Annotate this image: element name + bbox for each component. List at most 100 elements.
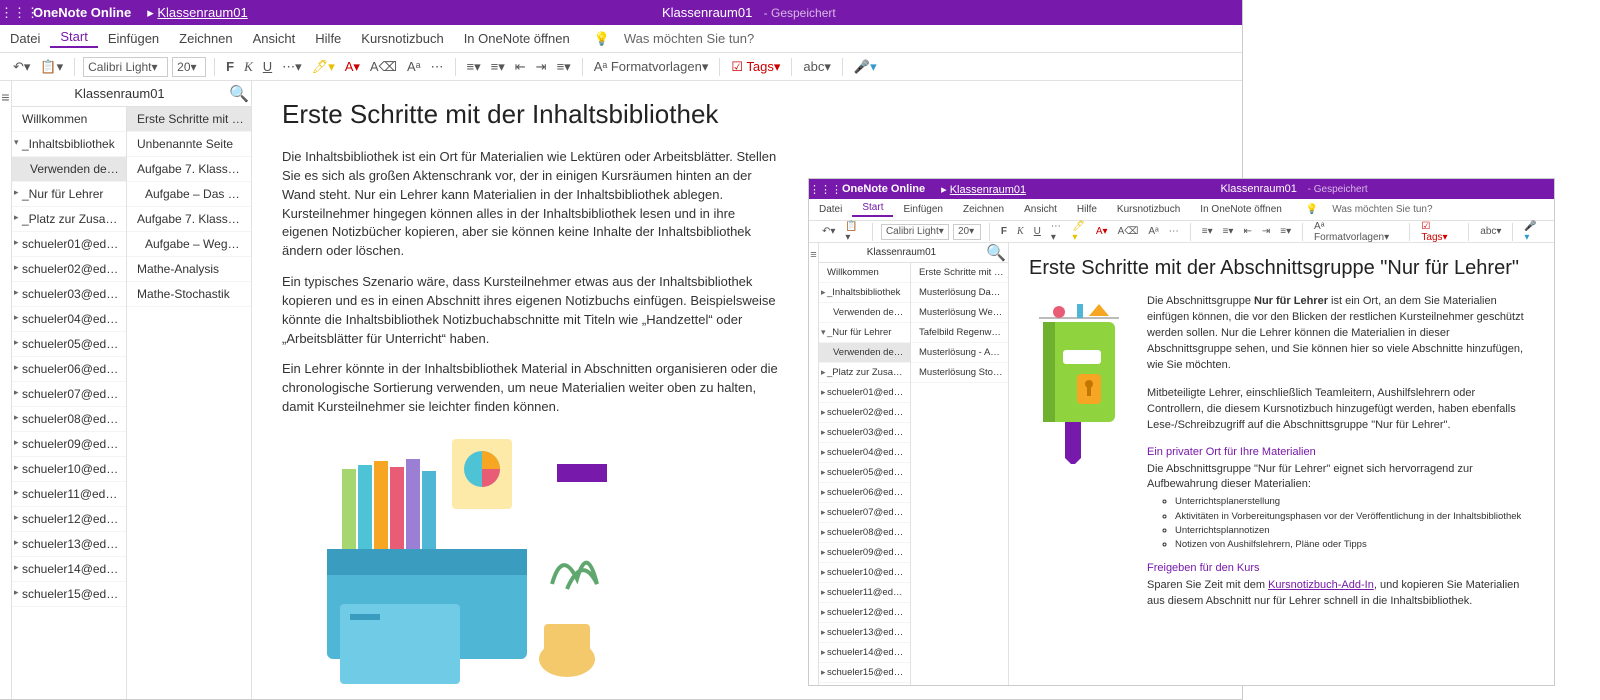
section-item[interactable]: ▸schueler02@edu.surfa… bbox=[12, 257, 126, 282]
page-item[interactable]: Musterlösung Wegbeschrei… bbox=[911, 303, 1008, 323]
undo-button[interactable]: ↶▾ bbox=[10, 59, 33, 75]
font-family-select[interactable]: Calibri Light ▾ bbox=[83, 57, 168, 77]
indent-button[interactable]: ⇥ bbox=[533, 59, 550, 75]
nav-toggle[interactable]: ≡ bbox=[809, 243, 819, 685]
menu-kursnotizbuch[interactable]: Kursnotizbuch bbox=[1107, 204, 1190, 215]
spellcheck-button[interactable]: abc▾ bbox=[800, 59, 834, 75]
page-item[interactable]: Tafelbild Regenwald bbox=[911, 323, 1008, 343]
menu-zeichnen[interactable]: Zeichnen bbox=[169, 31, 242, 46]
format-painter-button[interactable]: Aᵃ bbox=[404, 59, 424, 74]
clipboard-button[interactable]: 📋▾ bbox=[842, 221, 864, 243]
section-item[interactable]: ▸schueler02@edu.surfa… bbox=[819, 403, 910, 423]
section-item[interactable]: ▸schueler12@edu.surfa… bbox=[12, 507, 126, 532]
section-item[interactable]: ▸schueler06@edu.surfa… bbox=[12, 357, 126, 382]
tellme-icon[interactable]: 💡 bbox=[1306, 204, 1318, 215]
highlight-button[interactable]: 🖊▾ bbox=[309, 59, 338, 75]
bullets-button[interactable]: ≡▾ bbox=[464, 59, 484, 75]
more-button[interactable]: ⋯ bbox=[1166, 226, 1182, 237]
spellcheck-button[interactable]: abc▾ bbox=[1477, 226, 1504, 237]
search-icon[interactable]: 🔍 bbox=[227, 84, 251, 104]
menu-hilfe[interactable]: Hilfe bbox=[305, 31, 351, 46]
section-item[interactable]: ▸_Platz zur Zusammena… bbox=[819, 363, 910, 383]
section-item[interactable]: ▸schueler09@edu.surfa… bbox=[819, 543, 910, 563]
page-item[interactable]: Erste Schritte mit der Inhal… bbox=[127, 107, 251, 132]
section-item[interactable]: ▸schueler11@edu.surfa… bbox=[12, 482, 126, 507]
page-item[interactable]: Musterlösung - Analysis bbox=[911, 343, 1008, 363]
page-content[interactable]: Erste Schritte mit der Abschnittsgruppe … bbox=[1009, 243, 1554, 685]
highlight-button[interactable]: 🖊▾ bbox=[1069, 221, 1089, 243]
tellme-input[interactable]: Was möchten Sie tun? bbox=[624, 31, 754, 46]
breadcrumb[interactable]: ▸ Klassenraum01 bbox=[933, 183, 1034, 196]
align-button[interactable]: ≡▾ bbox=[554, 59, 574, 75]
notebook-title[interactable]: Klassenraum01 bbox=[12, 86, 227, 101]
underline-button[interactable]: U bbox=[260, 59, 275, 74]
underline-button[interactable]: U bbox=[1031, 226, 1044, 237]
page-item[interactable]: Aufgabe – Wegbeschrei… bbox=[127, 232, 251, 257]
nav-toggle[interactable]: ≡ bbox=[0, 81, 12, 699]
section-item[interactable]: ▾_Nur für Lehrer bbox=[819, 323, 910, 343]
section-item[interactable]: ▸schueler14@edu.surfa… bbox=[819, 643, 910, 663]
section-item[interactable]: ▸_Nur für Lehrer bbox=[12, 182, 126, 207]
section-item[interactable]: ▸schueler01@edu.surfa… bbox=[819, 383, 910, 403]
section-item[interactable]: Willkommen bbox=[819, 263, 910, 283]
font-size-select[interactable]: 20 ▾ bbox=[172, 57, 206, 77]
page-item[interactable]: Musterlösung Das Konserv… bbox=[911, 283, 1008, 303]
menu-zeichnen[interactable]: Zeichnen bbox=[953, 204, 1014, 215]
page-item[interactable]: Musterlösung Stochastik bbox=[911, 363, 1008, 383]
section-item[interactable]: ▸schueler15@edu.surfa… bbox=[12, 582, 126, 607]
menu-start[interactable]: Start bbox=[852, 202, 893, 217]
styles-button[interactable]: Aᵃ Formatvorlagen▾ bbox=[1311, 221, 1401, 243]
clear-format-button[interactable]: A⌫ bbox=[1115, 226, 1142, 237]
menu-datei[interactable]: Datei bbox=[809, 204, 852, 215]
section-item[interactable]: ▸schueler12@edu.surfa… bbox=[819, 603, 910, 623]
page-item[interactable]: Aufgabe 7. Klasse Geograp… bbox=[127, 207, 251, 232]
page-item[interactable]: Aufgabe – Das Konserva… bbox=[127, 182, 251, 207]
clipboard-button[interactable]: 📋▾ bbox=[37, 59, 66, 75]
section-item[interactable]: ▸schueler10@edu.surfa… bbox=[819, 563, 910, 583]
page-item[interactable]: Mathe-Analysis bbox=[127, 257, 251, 282]
section-item[interactable]: ▸schueler07@edu.surfa… bbox=[819, 503, 910, 523]
menu-in-onenote-öffnen[interactable]: In OneNote öffnen bbox=[1190, 204, 1292, 215]
menu-datei[interactable]: Datei bbox=[0, 31, 50, 46]
page-item[interactable]: Mathe-Stochastik bbox=[127, 282, 251, 307]
bullets-button[interactable]: ≡▾ bbox=[1199, 226, 1216, 237]
font-color-button[interactable]: A▾ bbox=[342, 59, 363, 75]
section-item[interactable]: ▾_Inhaltsbibliothek bbox=[12, 132, 126, 157]
section-item[interactable]: ▸_Inhaltsbibliothek bbox=[819, 283, 910, 303]
section-item[interactable]: ▸schueler07@edu.surfa… bbox=[12, 382, 126, 407]
outdent-button[interactable]: ⇤ bbox=[1240, 226, 1254, 237]
align-button[interactable]: ≡▾ bbox=[1277, 226, 1294, 237]
dictate-button[interactable]: 🎤▾ bbox=[851, 59, 880, 75]
section-item[interactable]: ▸schueler01@edu.surfa… bbox=[12, 232, 126, 257]
indent-button[interactable]: ⇥ bbox=[1259, 226, 1273, 237]
section-item[interactable]: ▸schueler14@edu.surfa… bbox=[12, 557, 126, 582]
section-item[interactable]: ▸schueler06@edu.surfa… bbox=[819, 483, 910, 503]
bold-button[interactable]: F bbox=[223, 59, 237, 74]
breadcrumb-link[interactable]: Klassenraum01 bbox=[157, 5, 247, 20]
section-item[interactable]: ▸schueler08@edu.surfa… bbox=[12, 407, 126, 432]
section-item[interactable]: ▸schueler05@edu.surfa… bbox=[12, 332, 126, 357]
font-family-select[interactable]: Calibri Light ▾ bbox=[881, 224, 949, 240]
section-item[interactable]: ▸schueler05@edu.surfa… bbox=[819, 463, 910, 483]
menu-ansicht[interactable]: Ansicht bbox=[243, 31, 306, 46]
numbering-button[interactable]: ≡▾ bbox=[1220, 226, 1237, 237]
menu-kursnotizbuch[interactable]: Kursnotizbuch bbox=[351, 31, 453, 46]
font-size-select[interactable]: 20 ▾ bbox=[953, 224, 981, 240]
section-item[interactable]: Verwenden der Inha… bbox=[819, 303, 910, 323]
menu-ansicht[interactable]: Ansicht bbox=[1014, 204, 1067, 215]
menu-einfügen[interactable]: Einfügen bbox=[893, 204, 952, 215]
section-item[interactable]: ▸schueler04@edu.surfa… bbox=[12, 307, 126, 332]
section-item[interactable]: Willkommen bbox=[12, 107, 126, 132]
addin-link[interactable]: Kursnotizbuch-Add-In bbox=[1268, 579, 1374, 591]
section-item[interactable]: ▸schueler03@edu.surfa… bbox=[12, 282, 126, 307]
breadcrumb[interactable]: ▸ Klassenraum01 bbox=[139, 5, 255, 21]
section-item[interactable]: ▸schueler08@edu.surfa… bbox=[819, 523, 910, 543]
tags-button[interactable]: ☑ Tags▾ bbox=[728, 59, 783, 75]
undo-button[interactable]: ↶▾ bbox=[819, 226, 838, 237]
dictate-button[interactable]: 🎤▾ bbox=[1521, 221, 1544, 243]
search-icon[interactable]: 🔍 bbox=[984, 243, 1008, 263]
section-item[interactable]: ▸schueler13@edu.surfa… bbox=[12, 532, 126, 557]
clear-format-button[interactable]: A⌫ bbox=[367, 59, 400, 75]
page-item[interactable]: Aufgabe 7. Klasse Philosop… bbox=[127, 157, 251, 182]
section-item[interactable]: ▸schueler10@edu.surfa… bbox=[12, 457, 126, 482]
